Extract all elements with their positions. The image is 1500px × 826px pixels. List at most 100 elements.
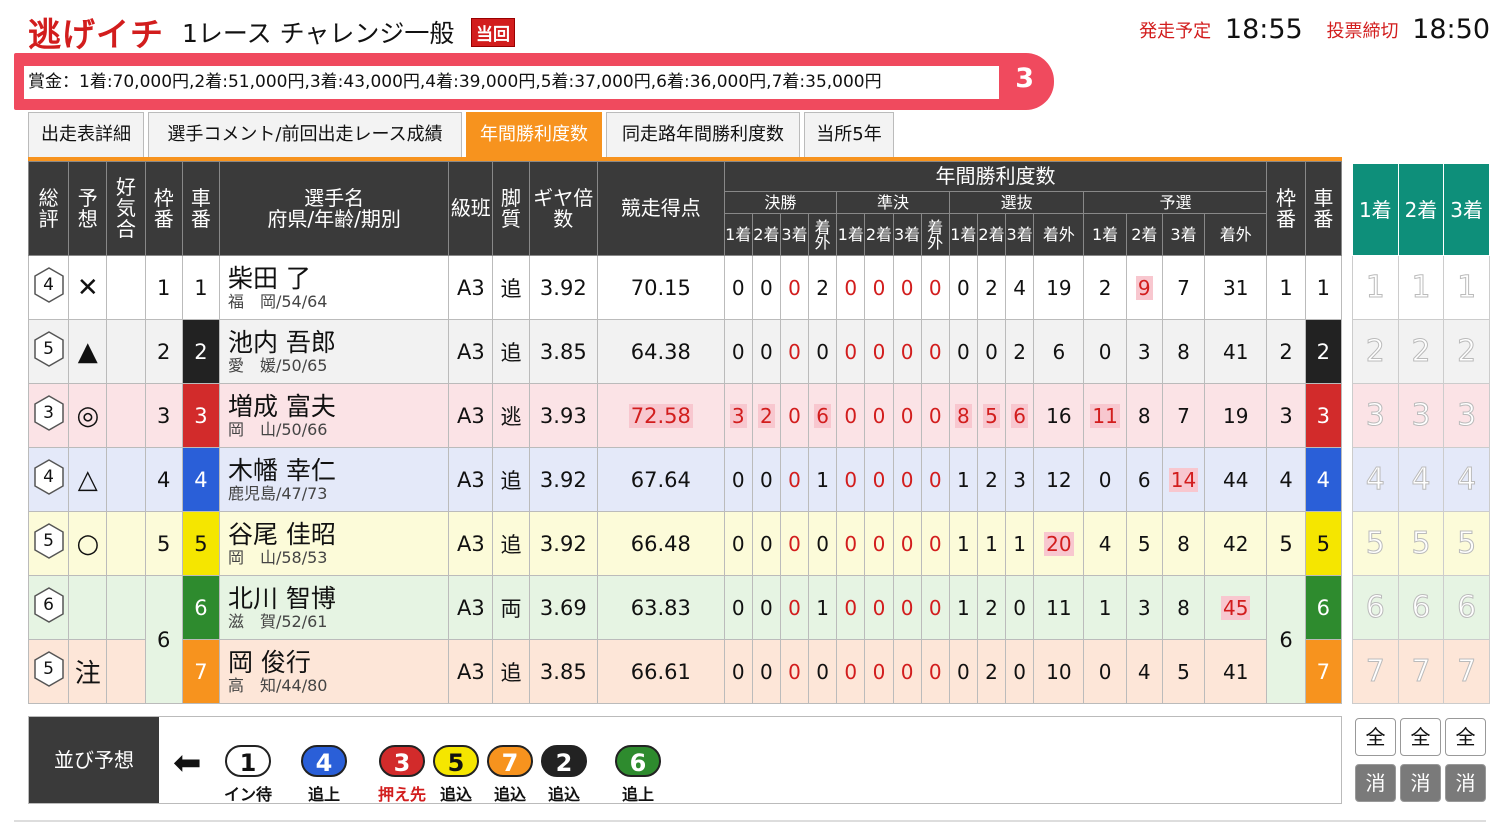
bet-cell-2[interactable]: 2 — [1397, 319, 1445, 384]
stat-y-0: 0 — [1083, 447, 1127, 512]
stat-value: 2 — [1013, 339, 1026, 364]
stat-y-2: 5 — [1161, 639, 1206, 704]
racer-name-cell: 柴田 了福 岡/54/64 — [218, 255, 450, 320]
bet-cell-2[interactable]: 6 — [1397, 575, 1445, 640]
racer-name[interactable]: 木幡 幸仁 — [228, 456, 448, 485]
tab-local-5yr[interactable]: 当所5年 — [804, 112, 894, 158]
col-yosen-p1: 1着 — [1083, 213, 1127, 256]
waku-cell: 6 — [144, 575, 183, 704]
prize-text: 賞金：1着:70,000円,2着:51,000円,3着:43,000円,4着:3… — [24, 66, 999, 99]
bet-selection-table: 1着 2着 3着 111222333444555666777 — [1352, 163, 1490, 704]
koukiai-cell — [106, 255, 146, 320]
select-all-2-button[interactable]: 全 — [1400, 718, 1441, 756]
stat-value: 0 — [844, 531, 858, 556]
racer-name[interactable]: 北川 智博 — [228, 584, 448, 613]
bet-cell-1[interactable]: 1 — [1352, 255, 1399, 320]
rank-hex-icon: 5 — [32, 650, 66, 688]
lineup-chip: 7 — [487, 745, 533, 777]
bet-cell-3[interactable]: 4 — [1443, 447, 1490, 512]
stat-s-2: 0 — [1005, 575, 1035, 640]
stat-y-3: 42 — [1204, 511, 1268, 576]
stat-value: 45 — [1221, 595, 1251, 620]
stat-value: 0 — [844, 275, 858, 300]
bet-cell-1[interactable]: 7 — [1352, 639, 1399, 704]
stat-value: 2 — [1098, 275, 1112, 300]
stat-value: 11 — [1090, 403, 1120, 428]
col-score: 競走得点 — [596, 161, 725, 256]
bet-cell-1[interactable]: 5 — [1352, 511, 1399, 576]
racer-name[interactable]: 岡 俊行 — [228, 648, 448, 677]
stat-value: 0 — [900, 659, 914, 684]
rank-hex-icon: 3 — [32, 394, 66, 432]
bet-cell-1[interactable]: 2 — [1352, 319, 1399, 384]
stat-k-1: 0 — [751, 511, 781, 576]
stat-value: 41 — [1223, 659, 1249, 684]
stat-s-3: 11 — [1033, 575, 1085, 640]
prediction-label: 並び予想 — [29, 717, 159, 803]
racer-name[interactable]: 増成 富夫 — [228, 392, 448, 421]
stat-value: 0 — [900, 275, 914, 300]
stat-value: 7 — [1177, 275, 1190, 300]
bet-cell-3[interactable]: 1 — [1443, 255, 1490, 320]
stat-k-3: 0 — [808, 639, 838, 704]
tab-comments[interactable]: 選手コメント/前回出走レース成績 — [148, 112, 462, 158]
racer-name[interactable]: 柴田 了 — [228, 264, 448, 293]
bet-cell-3[interactable]: 7 — [1443, 639, 1490, 704]
stat-k-3: 0 — [808, 319, 838, 384]
tab-track-annual-wins[interactable]: 同走路年間勝利度数 — [606, 112, 800, 158]
bet-cell-3[interactable]: 2 — [1443, 319, 1490, 384]
select-all-1-button[interactable]: 全 — [1355, 718, 1396, 756]
lineup-chip: 5 — [433, 745, 479, 777]
bet-cell-2[interactable]: 3 — [1397, 383, 1445, 448]
bet-cell-2[interactable]: 7 — [1397, 639, 1445, 704]
score-cell: 66.48 — [596, 511, 725, 576]
bet-row: 111 — [1352, 255, 1490, 320]
stat-value: 31 — [1223, 275, 1249, 300]
bet-row: 333 — [1352, 383, 1490, 448]
stat-j-3: 0 — [920, 639, 950, 704]
stat-value: 0 — [928, 467, 942, 492]
stat-y-1: 3 — [1125, 319, 1163, 384]
stat-j-0: 0 — [836, 511, 866, 576]
stat-y-3: 31 — [1204, 255, 1268, 320]
clear-1-button[interactable]: 消 — [1355, 764, 1396, 802]
rank-cell: 6 — [27, 575, 70, 640]
racer-name[interactable]: 池内 吾郎 — [228, 328, 448, 357]
bet-cell-2[interactable]: 1 — [1397, 255, 1445, 320]
stat-value: 3 — [1137, 595, 1151, 620]
waku-cell: 2 — [144, 319, 183, 384]
racer-name[interactable]: 谷尾 佳昭 — [228, 520, 448, 549]
clear-2-button[interactable]: 消 — [1400, 764, 1441, 802]
stat-j-2: 0 — [892, 319, 922, 384]
bet-cell-2[interactable]: 4 — [1397, 447, 1445, 512]
tab-annual-wins[interactable]: 年間勝利度数 — [466, 112, 602, 158]
stat-j-0: 0 — [836, 447, 866, 512]
select-all-3-button[interactable]: 全 — [1445, 718, 1486, 756]
race-times: 発走予定 18:55 投票締切 18:50 — [1121, 14, 1490, 45]
bet-cell-1[interactable]: 3 — [1352, 383, 1399, 448]
clear-3-button[interactable]: 消 — [1445, 764, 1486, 802]
bet-col-1: 1着 — [1352, 163, 1399, 256]
stat-value: 0 — [872, 275, 886, 300]
racer-profile: 福 岡/54/64 — [227, 291, 328, 311]
stat-value: 0 — [844, 403, 858, 428]
bet-cell-1[interactable]: 6 — [1352, 575, 1399, 640]
stat-value: 0 — [731, 339, 745, 364]
bet-cell-2[interactable]: 5 — [1397, 511, 1445, 576]
bet-cell-3[interactable]: 3 — [1443, 383, 1490, 448]
stat-value: 41 — [1223, 339, 1249, 364]
waku-cell: 3 — [144, 383, 183, 448]
stat-value: 2 — [816, 275, 830, 300]
bet-cell-3[interactable]: 5 — [1443, 511, 1490, 576]
col-junketsu-pout: 着外 — [920, 213, 950, 256]
rank-value: 5 — [43, 659, 54, 679]
stat-value: 8 — [1177, 595, 1190, 620]
tab-detail[interactable]: 出走表詳細 — [28, 112, 144, 158]
stat-k-1: 0 — [751, 639, 781, 704]
bet-cell-1[interactable]: 4 — [1352, 447, 1399, 512]
col-kessho-p1: 1着 — [723, 213, 753, 256]
stat-value: 4 — [1013, 275, 1026, 300]
lineup-chip: 4 — [301, 745, 347, 777]
stat-s-0: 1 — [948, 575, 978, 640]
bet-cell-3[interactable]: 6 — [1443, 575, 1490, 640]
